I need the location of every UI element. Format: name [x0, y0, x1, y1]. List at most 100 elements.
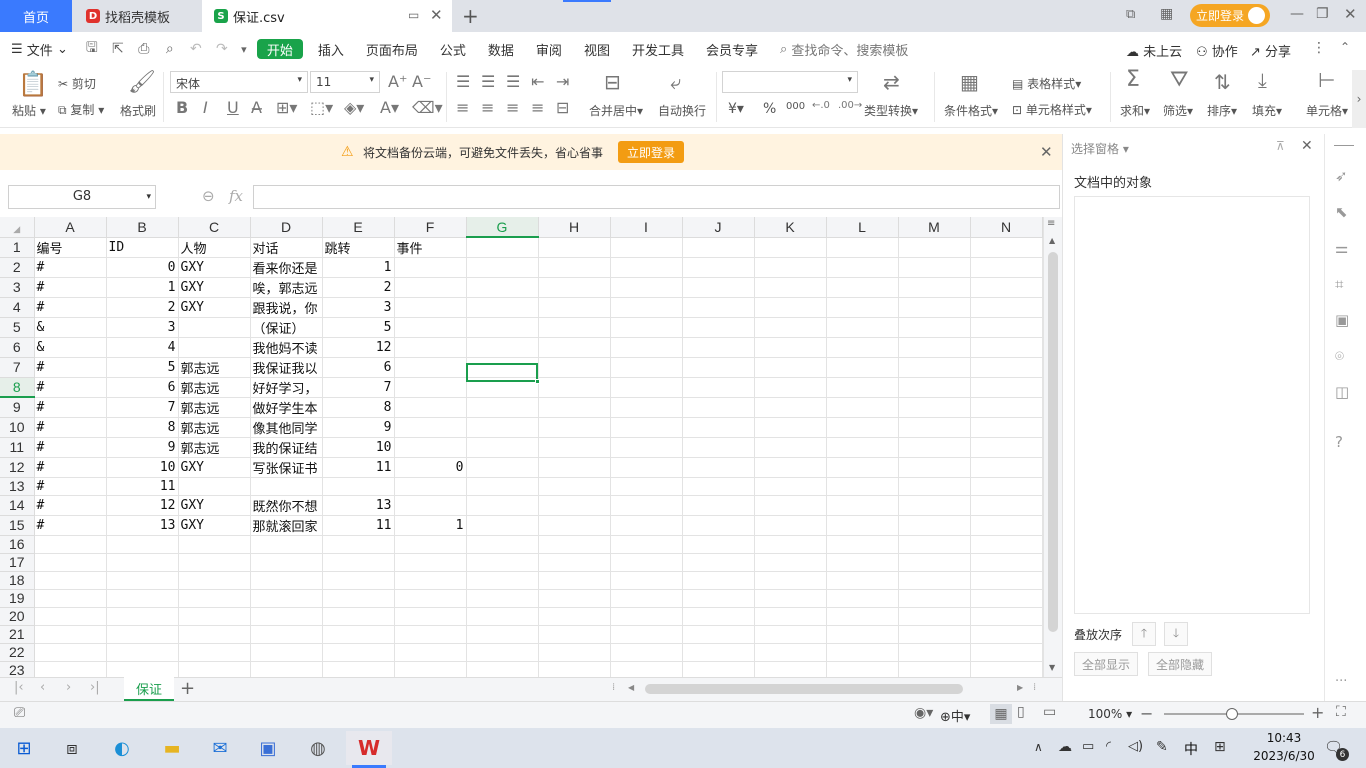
- tab-home[interactable]: 首页: [0, 0, 72, 32]
- cell[interactable]: [754, 397, 827, 418]
- clear-format-icon[interactable]: ⌫▾: [412, 100, 443, 116]
- cell[interactable]: [322, 553, 395, 572]
- cell[interactable]: [538, 661, 611, 677]
- cell[interactable]: [610, 625, 683, 644]
- cell[interactable]: 唉，郭志远: [250, 277, 323, 298]
- underline-icon[interactable]: U: [227, 100, 239, 116]
- thousands-button[interactable]: 000: [786, 101, 805, 112]
- row-header[interactable]: 6: [0, 337, 35, 358]
- cell[interactable]: [682, 297, 755, 318]
- cell[interactable]: [538, 553, 611, 572]
- cell[interactable]: [394, 625, 467, 644]
- cell-button[interactable]: 单元格▾: [1306, 102, 1348, 119]
- cell[interactable]: [682, 495, 755, 516]
- ribbon-scroll-right-icon[interactable]: ›: [1352, 70, 1366, 128]
- cell[interactable]: [682, 515, 755, 536]
- crop-icon[interactable]: ⌗: [1335, 275, 1343, 293]
- window-mode-icon[interactable]: ⧉: [1126, 7, 1135, 22]
- maximize-icon[interactable]: ❐: [1316, 6, 1329, 22]
- cell[interactable]: 7: [106, 397, 179, 418]
- location-icon[interactable]: ⌾: [1335, 347, 1344, 365]
- wps-taskbar-icon[interactable]: W: [346, 731, 392, 765]
- row-header[interactable]: 2: [0, 257, 35, 278]
- cell[interactable]: #: [34, 515, 107, 536]
- cell[interactable]: [898, 377, 971, 398]
- cell[interactable]: 郭志远: [178, 357, 251, 378]
- command-search[interactable]: ⌕ 查找命令、搜索模板: [769, 32, 919, 66]
- cell[interactable]: [682, 661, 755, 677]
- fullscreen-icon[interactable]: ⛶: [1336, 704, 1346, 720]
- cell[interactable]: [322, 643, 395, 662]
- scroll-left-icon[interactable]: ◀: [628, 683, 634, 692]
- zoom-slider-thumb[interactable]: [1226, 708, 1238, 720]
- cell[interactable]: [898, 607, 971, 626]
- cell[interactable]: 像其他同学: [250, 417, 323, 438]
- cell[interactable]: [970, 357, 1043, 378]
- cell[interactable]: [898, 589, 971, 608]
- cell[interactable]: [34, 661, 107, 677]
- cell[interactable]: [754, 337, 827, 358]
- cell[interactable]: [178, 571, 251, 590]
- pen-icon[interactable]: ✎: [1156, 739, 1168, 755]
- taskbar-ime[interactable]: 中: [1184, 739, 1198, 759]
- cell[interactable]: [970, 535, 1043, 554]
- cell[interactable]: 对话: [250, 237, 323, 258]
- clock-time[interactable]: 10:43: [1250, 731, 1318, 745]
- filter-button[interactable]: 筛选▾: [1163, 102, 1193, 119]
- cell[interactable]: [826, 643, 899, 662]
- cell[interactable]: [970, 317, 1043, 338]
- cell[interactable]: [970, 515, 1043, 536]
- cell[interactable]: #: [34, 495, 107, 516]
- cell[interactable]: [970, 337, 1043, 358]
- cell[interactable]: [178, 589, 251, 608]
- rocket-icon[interactable]: ➶: [1335, 167, 1348, 185]
- cell[interactable]: [826, 515, 899, 536]
- cell[interactable]: 我的保证结: [250, 437, 323, 458]
- cell[interactable]: [250, 607, 323, 626]
- cell[interactable]: 看来你还是: [250, 257, 323, 278]
- menu-insert[interactable]: 插入: [307, 32, 355, 66]
- column-header[interactable]: L: [826, 217, 899, 238]
- fill-handle[interactable]: [535, 379, 540, 384]
- keyboard-icon[interactable]: ⊞: [1214, 739, 1226, 755]
- cell[interactable]: [826, 457, 899, 478]
- cell[interactable]: [826, 607, 899, 626]
- cell[interactable]: [970, 277, 1043, 298]
- cell[interactable]: 8: [106, 417, 179, 438]
- windows-start-icon[interactable]: ⊞: [6, 733, 42, 763]
- file-explorer-icon[interactable]: ▬: [154, 733, 190, 763]
- cell[interactable]: [322, 661, 395, 677]
- more-icon[interactable]: ⋮: [1312, 40, 1326, 56]
- cell[interactable]: [610, 495, 683, 516]
- vertical-scroll-thumb[interactable]: [1048, 252, 1058, 632]
- cell[interactable]: [610, 417, 683, 438]
- cell[interactable]: [466, 477, 539, 496]
- row-header[interactable]: 9: [0, 397, 35, 418]
- cell[interactable]: [754, 357, 827, 378]
- cell[interactable]: 10: [106, 457, 179, 478]
- cell[interactable]: 12: [106, 495, 179, 516]
- cell[interactable]: [754, 607, 827, 626]
- cell[interactable]: [970, 495, 1043, 516]
- cell[interactable]: [970, 257, 1043, 278]
- cell[interactable]: [970, 397, 1043, 418]
- cell[interactable]: [898, 437, 971, 458]
- cell[interactable]: [538, 317, 611, 338]
- cell[interactable]: [250, 589, 323, 608]
- cell[interactable]: [250, 661, 323, 677]
- onedrive-icon[interactable]: ☁: [1058, 739, 1072, 755]
- cell[interactable]: [682, 553, 755, 572]
- cell[interactable]: [466, 661, 539, 677]
- cell[interactable]: [538, 571, 611, 590]
- cell[interactable]: [106, 625, 179, 644]
- cell[interactable]: [250, 553, 323, 572]
- more-quick-icon[interactable]: ▾: [235, 43, 253, 56]
- cell[interactable]: [106, 607, 179, 626]
- cell[interactable]: [682, 357, 755, 378]
- normal-view-icon[interactable]: ▦: [990, 704, 1012, 724]
- cell-style-fill-icon[interactable]: ⬚▾: [310, 100, 333, 116]
- cell[interactable]: [610, 437, 683, 458]
- side-more-icon[interactable]: ···: [1335, 674, 1347, 689]
- hide-all-button[interactable]: 全部隐藏: [1148, 652, 1212, 676]
- cell[interactable]: ID: [106, 237, 179, 258]
